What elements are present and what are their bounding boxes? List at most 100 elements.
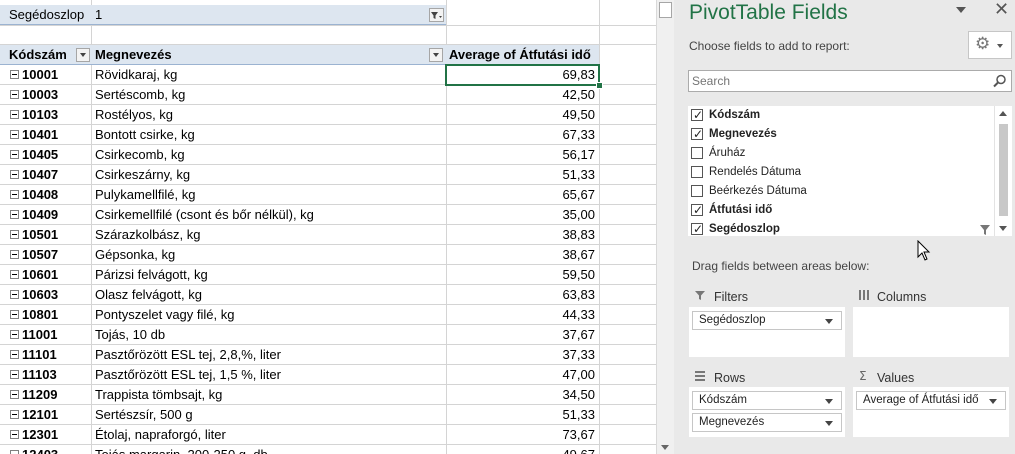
field-checkbox[interactable]: [691, 220, 703, 239]
filter-field-pill[interactable]: Segédoszlop: [692, 311, 842, 330]
field-checkbox[interactable]: [691, 185, 703, 197]
row-field-pill[interactable]: Megnevezés: [692, 413, 842, 432]
code-cell[interactable]: 12101: [0, 405, 91, 425]
field-checkbox[interactable]: [691, 147, 703, 159]
filter-value[interactable]: 1: [95, 5, 135, 25]
megnevezes-dropdown-button[interactable]: [429, 48, 443, 62]
code-cell[interactable]: 10407: [0, 165, 91, 185]
scroll-thumb[interactable]: [999, 124, 1008, 216]
average-cell[interactable]: 63,83: [446, 285, 599, 305]
average-cell[interactable]: 34,50: [446, 385, 599, 405]
kodszam-dropdown-button[interactable]: [76, 48, 90, 62]
code-cell[interactable]: 10507: [0, 245, 91, 265]
fill-handle[interactable]: [596, 82, 603, 89]
average-cell[interactable]: 49,50: [446, 105, 599, 125]
name-cell[interactable]: Gépsonka, kg: [95, 245, 445, 265]
table-row: 10507 Gépsonka, kg 38,67: [0, 245, 656, 265]
name-cell[interactable]: Szárazkolbász, kg: [95, 225, 445, 245]
average-cell[interactable]: 37,33: [446, 345, 599, 365]
average-cell[interactable]: 51,33: [446, 405, 599, 425]
code-cell[interactable]: 10405: [0, 145, 91, 165]
tools-button[interactable]: ⚙: [968, 31, 1012, 59]
code-cell[interactable]: 11101: [0, 345, 91, 365]
name-cell[interactable]: Pontyszelet vagy filé, kg: [95, 305, 445, 325]
values-area[interactable]: Average of Átfutási idő: [853, 387, 1009, 437]
average-cell[interactable]: 38,83: [446, 225, 599, 245]
filter-funnel-icon[interactable]: [979, 224, 991, 236]
spreadsheet-grid[interactable]: Segédoszlop 1 Kódszám Megnevezés Average…: [0, 0, 656, 454]
average-cell[interactable]: 38,67: [446, 245, 599, 265]
average-cell[interactable]: 73,67: [446, 425, 599, 445]
average-cell[interactable]: 56,17: [446, 145, 599, 165]
filters-area[interactable]: Segédoszlop: [689, 307, 845, 357]
name-cell[interactable]: Csirkeszárny, kg: [95, 165, 445, 185]
name-cell[interactable]: Rostélyos, kg: [95, 105, 445, 125]
name-cell[interactable]: Sertészsír, 500 g: [95, 405, 445, 425]
columns-area[interactable]: [853, 307, 1009, 357]
rows-area[interactable]: Kódszám Megnevezés: [689, 387, 845, 437]
vertical-scrollbar[interactable]: [656, 0, 674, 454]
name-cell[interactable]: Trappista tömbsajt, kg: [95, 385, 445, 405]
search-input[interactable]: [692, 73, 982, 89]
chevron-down-icon[interactable]: [825, 421, 833, 426]
name-cell[interactable]: Pulykamellfilé, kg: [95, 185, 445, 205]
field-checkbox[interactable]: [691, 201, 703, 220]
average-cell[interactable]: 37,67: [446, 325, 599, 345]
code-cell[interactable]: 10409: [0, 205, 91, 225]
name-cell[interactable]: Bontott csirke, kg: [95, 125, 445, 145]
code-cell[interactable]: 12403: [0, 445, 91, 454]
code-cell[interactable]: 10003: [0, 85, 91, 105]
scroll-down-arrow-icon[interactable]: [999, 226, 1007, 231]
average-cell[interactable]: 51,33: [446, 165, 599, 185]
code-cell[interactable]: 10501: [0, 225, 91, 245]
average-cell[interactable]: 44,33: [446, 305, 599, 325]
search-icon[interactable]: [993, 74, 1007, 88]
average-cell[interactable]: 35,00: [446, 205, 599, 225]
code-cell[interactable]: 12301: [0, 425, 91, 445]
code-cell[interactable]: 10603: [0, 285, 91, 305]
average-cell[interactable]: 47,00: [446, 365, 599, 385]
name-cell[interactable]: Tojás margarin, 200-250 g, db: [95, 445, 445, 454]
field-checkbox[interactable]: [691, 106, 703, 125]
name-cell[interactable]: Párizsi felvágott, kg: [95, 265, 445, 285]
code-cell[interactable]: 10401: [0, 125, 91, 145]
code-cell[interactable]: 11103: [0, 365, 91, 385]
scroll-thumb[interactable]: [659, 2, 672, 18]
code-cell[interactable]: 10801: [0, 305, 91, 325]
code-cell[interactable]: 10001: [0, 65, 91, 85]
average-cell[interactable]: 65,67: [446, 185, 599, 205]
code-cell[interactable]: 10408: [0, 185, 91, 205]
name-cell[interactable]: Tojás, 10 db: [95, 325, 445, 345]
average-cell[interactable]: 49,67: [446, 445, 599, 454]
chevron-down-icon[interactable]: [989, 399, 997, 404]
average-cell[interactable]: 67,33: [446, 125, 599, 145]
name-cell[interactable]: Csirkemellfilé (csont és bőr nélkül), kg: [95, 205, 445, 225]
chevron-down-icon[interactable]: [825, 319, 833, 324]
name-cell[interactable]: Étolaj, napraforgó, liter: [95, 425, 445, 445]
code-cell[interactable]: 10103: [0, 105, 91, 125]
name-cell[interactable]: Olasz felvágott, kg: [95, 285, 445, 305]
chevron-down-icon[interactable]: [825, 399, 833, 404]
name-cell[interactable]: Sertéscomb, kg: [95, 85, 445, 105]
filter-dropdown-button[interactable]: [429, 8, 444, 22]
pane-options-chevron-icon[interactable]: [956, 7, 966, 13]
scroll-down-arrow-icon[interactable]: [661, 445, 669, 450]
close-icon[interactable]: ✕: [994, 0, 1009, 20]
name-cell[interactable]: Pasztőrözött ESL tej, 1,5 %, liter: [95, 365, 445, 385]
scroll-up-arrow-icon[interactable]: [999, 111, 1007, 116]
field-checkbox[interactable]: [691, 125, 703, 144]
row-field-pill[interactable]: Kódszám: [692, 391, 842, 410]
name-cell[interactable]: Pasztőrözött ESL tej, 2,8,%, liter: [95, 345, 445, 365]
code-cell[interactable]: 11209: [0, 385, 91, 405]
name-cell[interactable]: Rövidkaraj, kg: [95, 65, 445, 85]
average-cell[interactable]: 59,50: [446, 265, 599, 285]
field-list-scrollbar[interactable]: [994, 106, 1012, 236]
code-cell[interactable]: 11001: [0, 325, 91, 345]
average-cell[interactable]: 42,50: [446, 85, 599, 105]
field-label: Áruház: [709, 147, 746, 159]
name-cell[interactable]: Csirkecomb, kg: [95, 145, 445, 165]
field-checkbox[interactable]: [691, 166, 703, 178]
selected-cell[interactable]: [445, 64, 600, 86]
code-cell[interactable]: 10601: [0, 265, 91, 285]
value-field-pill[interactable]: Average of Átfutási idő: [856, 391, 1006, 410]
